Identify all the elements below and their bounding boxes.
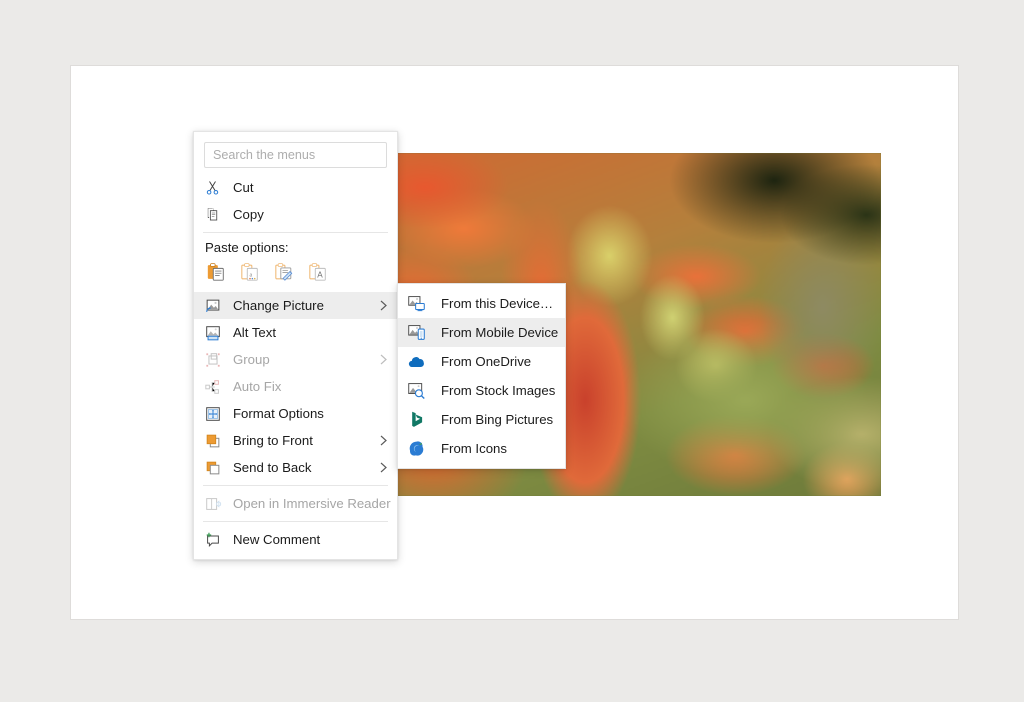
menu-item-format-options[interactable]: Format Options <box>194 400 397 427</box>
menu-separator <box>203 521 388 522</box>
menu-item-label: Auto Fix <box>233 378 282 394</box>
bring-to-front-icon <box>204 431 226 451</box>
paste-picture-icon[interactable]: a <box>239 261 261 283</box>
paste-options-label: Paste options: <box>205 240 289 255</box>
submenu-item-label: From Bing Pictures <box>441 411 554 427</box>
svg-text:a: a <box>250 272 253 279</box>
alt-text-icon <box>204 323 226 343</box>
submenu-item-label: From this Device… <box>441 295 554 311</box>
submenu-item-from-mobile-device[interactable]: From Mobile Device <box>398 318 565 347</box>
stock-images-icon <box>407 381 429 401</box>
auto-fix-icon <box>204 377 226 397</box>
paste-options-row: a A <box>194 259 397 292</box>
paste-merge-formatting-icon[interactable] <box>273 261 295 283</box>
submenu-item-from-stock-images[interactable]: From Stock Images <box>398 376 565 405</box>
menu-separator <box>203 485 388 486</box>
chevron-right-icon <box>378 434 389 447</box>
format-options-icon <box>204 404 226 424</box>
menu-item-label: Alt Text <box>233 324 276 340</box>
menu-item-group[interactable]: Group <box>194 346 397 373</box>
menu-item-alt-text[interactable]: Alt Text <box>194 319 397 346</box>
menu-item-label: Change Picture <box>233 297 324 313</box>
menu-item-copy[interactable]: Copy <box>194 201 397 228</box>
menu-item-label: Send to Back <box>233 459 312 475</box>
menu-item-label: Copy <box>233 206 264 222</box>
scissors-icon <box>204 178 226 198</box>
search-input[interactable] <box>204 142 387 168</box>
change-picture-icon <box>204 296 226 316</box>
submenu-item-label: From Icons <box>441 440 507 456</box>
bing-icon <box>407 410 429 430</box>
menu-item-new-comment[interactable]: New Comment <box>194 526 397 553</box>
search-container <box>194 132 397 174</box>
svg-text:A: A <box>317 270 323 279</box>
submenu-item-label: From OneDrive <box>441 353 532 369</box>
menu-item-auto-fix[interactable]: Auto Fix <box>194 373 397 400</box>
chevron-right-icon <box>378 353 389 366</box>
paste-keep-text-only-icon[interactable]: A <box>307 261 329 283</box>
menu-item-label: Cut <box>233 179 254 195</box>
submenu-item-from-this-device[interactable]: From this Device… <box>398 289 565 318</box>
menu-item-send-to-back[interactable]: Send to Back <box>194 454 397 481</box>
menu-item-bring-to-front[interactable]: Bring to Front <box>194 427 397 454</box>
menu-item-cut[interactable]: Cut <box>194 174 397 201</box>
menu-separator <box>203 232 388 233</box>
icons-icon <box>407 439 429 459</box>
submenu-item-from-icons[interactable]: From Icons <box>398 434 565 463</box>
send-to-back-icon <box>204 458 226 478</box>
paste-keep-source-formatting-icon[interactable] <box>205 261 227 283</box>
from-mobile-device-icon <box>407 323 429 343</box>
submenu-item-from-onedrive[interactable]: From OneDrive <box>398 347 565 376</box>
menu-item-change-picture[interactable]: Change Picture <box>194 292 397 319</box>
menu-item-open-in-immersive-reader[interactable]: Open in Immersive Reader <box>194 490 397 517</box>
copy-icon <box>204 205 226 225</box>
context-menu: Cut Copy Paste options: <box>193 131 398 560</box>
immersive-reader-icon <box>204 494 226 514</box>
menu-item-label: Group <box>233 351 270 367</box>
onedrive-cloud-icon <box>407 352 429 372</box>
new-comment-icon <box>204 530 226 550</box>
group-icon <box>204 350 226 370</box>
submenu-item-label: From Mobile Device <box>441 324 559 340</box>
from-this-device-icon <box>407 294 429 314</box>
menu-item-label: Open in Immersive Reader <box>233 495 391 511</box>
menu-item-label: Format Options <box>233 405 324 421</box>
submenu-item-from-bing-pictures[interactable]: From Bing Pictures <box>398 405 565 434</box>
chevron-right-icon <box>378 461 389 474</box>
chevron-right-icon <box>378 299 389 312</box>
submenu-item-label: From Stock Images <box>441 382 556 398</box>
menu-item-label: New Comment <box>233 531 321 547</box>
change-picture-submenu: From this Device… From Mobile Device Fro… <box>397 283 566 469</box>
menu-item-label: Bring to Front <box>233 432 313 448</box>
